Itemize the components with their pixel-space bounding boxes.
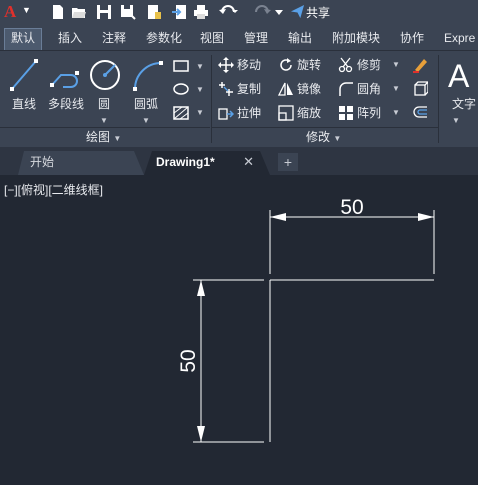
h-dim-arrow-right <box>418 213 434 221</box>
v-dim-arrow-top <box>197 280 205 296</box>
v-dim-text: 50 <box>177 349 200 372</box>
h-dim-arrow-left <box>270 213 286 221</box>
v-dim-arrow-bottom <box>197 426 205 442</box>
drawing-canvas[interactable]: 50 50 <box>0 0 478 485</box>
h-dim-text: 50 <box>340 196 363 219</box>
